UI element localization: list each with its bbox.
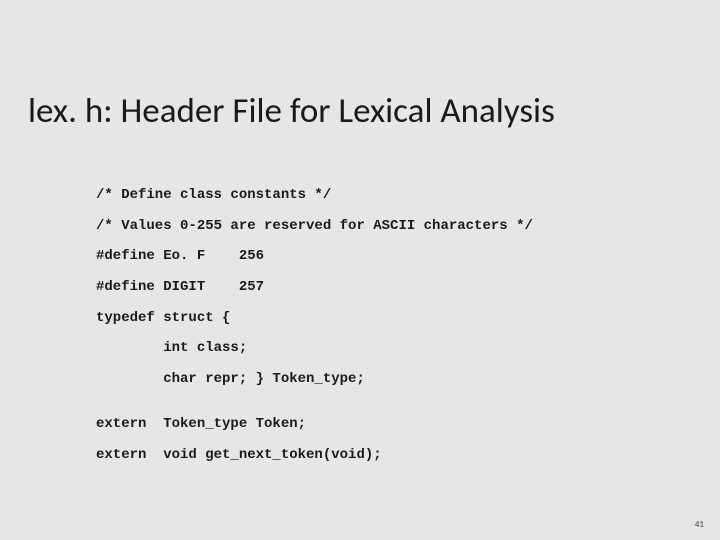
code-line: typedef struct { bbox=[96, 311, 533, 326]
code-line: extern Token_type Token; bbox=[96, 417, 533, 432]
code-line: #define Eo. F 256 bbox=[96, 249, 533, 264]
code-line: extern void get_next_token(void); bbox=[96, 448, 533, 463]
page-number: 41 bbox=[695, 519, 704, 530]
slide-title: lex. h: Header File for Lexical Analysis bbox=[28, 90, 692, 132]
code-line: /* Values 0-255 are reserved for ASCII c… bbox=[96, 219, 533, 234]
code-line: char repr; } Token_type; bbox=[96, 372, 533, 387]
code-line: #define DIGIT 257 bbox=[96, 280, 533, 295]
code-line: /* Define class constants */ bbox=[96, 188, 533, 203]
slide: lex. h: Header File for Lexical Analysis… bbox=[0, 0, 720, 540]
code-block: /* Define class constants */ /* Values 0… bbox=[96, 188, 533, 478]
code-line: int class; bbox=[96, 341, 533, 356]
